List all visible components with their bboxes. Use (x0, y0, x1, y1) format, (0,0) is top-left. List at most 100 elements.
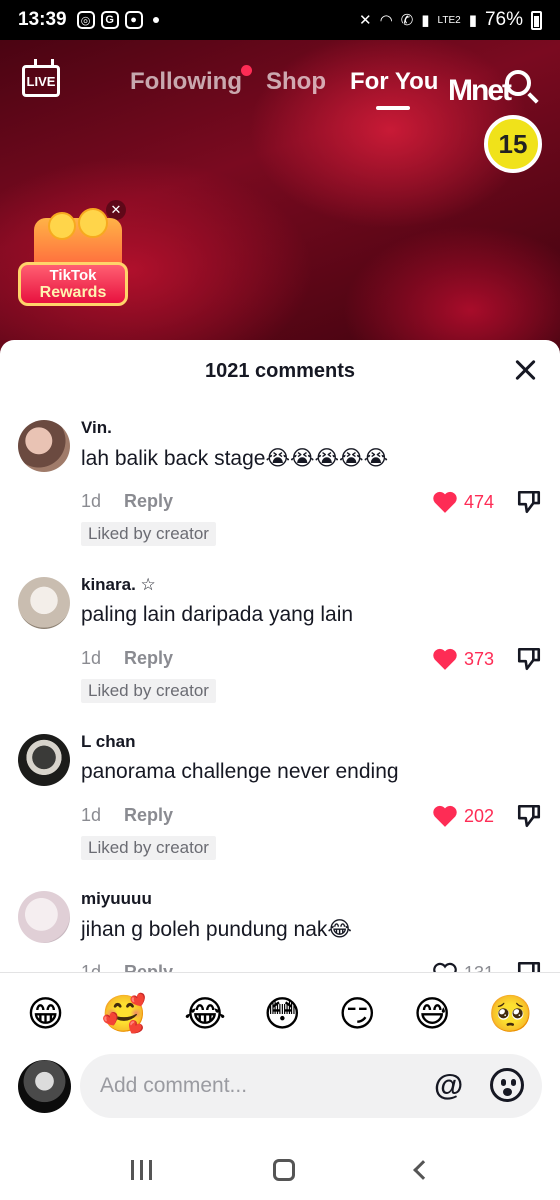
quick-emoji-bar: 😁 🥰 😂 😳 😏 😅 🥺 (0, 982, 560, 1046)
emoji-button[interactable]: 😏 (338, 993, 376, 1035)
close-icon[interactable]: ✕ (106, 200, 126, 220)
divider (0, 972, 560, 973)
comment-composer: @ (0, 1052, 560, 1122)
status-bar: 13:39 ◎ G ● ✕ ◠ ✆ ▮ LTE2 ▮ 76% (0, 0, 560, 40)
mute-icon: ✕ (359, 12, 372, 29)
reply-button[interactable]: Reply (124, 962, 173, 972)
liked-by-creator-badge: Liked by creator (81, 836, 216, 860)
like-button[interactable]: 474 (432, 490, 494, 514)
emoji-button[interactable]: 😁 (27, 993, 65, 1035)
rewards-line-1: TikTok (49, 267, 97, 284)
back-icon[interactable] (412, 1160, 433, 1180)
dislike-icon[interactable] (516, 646, 542, 672)
comment-item: kinara. ☆ paling lain daripada yang lain… (0, 559, 560, 716)
notification-icons: ◎ G ● (76, 11, 159, 29)
google-icon: G (100, 11, 119, 29)
avatar[interactable] (18, 420, 70, 472)
liked-by-creator-badge: Liked by creator (81, 679, 216, 703)
comment-item: Vin. lah balik back stage😭😭😭😭😭 1d Reply … (0, 402, 560, 559)
tab-for-you-label: For You (349, 68, 439, 95)
gift-box-icon (34, 208, 122, 268)
comment-username[interactable]: L chan (81, 732, 135, 752)
age-rating-badge: 15 (484, 115, 542, 173)
avatar[interactable] (18, 577, 70, 629)
rewards-line-2: Rewards (39, 284, 107, 301)
reply-button[interactable]: Reply (124, 491, 173, 512)
battery-icon (531, 10, 542, 30)
tab-following-label: Following (130, 68, 242, 95)
like-button[interactable]: 373 (432, 647, 494, 671)
comment-text: paling lain daripada yang lain (81, 603, 354, 626)
comment-time: 1d (81, 805, 102, 825)
comment-input[interactable] (80, 1054, 542, 1118)
recent-apps-icon[interactable] (130, 1160, 152, 1180)
like-count: 131 (464, 963, 494, 973)
liked-by-creator-badge: Liked by creator (81, 522, 216, 546)
tab-following[interactable]: Following (130, 65, 252, 96)
chat-icon: ● (124, 11, 143, 29)
heart-filled-icon (433, 805, 457, 827)
comment-time: 1d (81, 491, 102, 511)
comments-count-title: 1021 comments (204, 360, 356, 382)
search-icon[interactable] (505, 70, 531, 96)
comment-text: jihan g boleh pundung nak😂 (81, 918, 352, 941)
like-count: 474 (463, 491, 494, 512)
wifi-call-icon: ✆ (400, 12, 414, 29)
comments-sheet: 1021 comments Vin. lah balik back stage😭… (0, 340, 560, 1200)
dislike-icon[interactable] (516, 803, 542, 829)
live-label: LIVE (26, 73, 56, 89)
home-icon[interactable] (272, 1159, 295, 1181)
dislike-icon[interactable] (516, 489, 542, 515)
channel-logo: Mnet (448, 74, 512, 107)
emoji-button[interactable]: 😅 (413, 993, 451, 1035)
heart-filled-icon (433, 491, 457, 513)
comment-meta: 1d Reply (81, 805, 173, 826)
signal-icon: ▮ (421, 12, 430, 29)
reply-button[interactable]: Reply (124, 805, 173, 826)
comment-username[interactable]: miyuuuu (81, 889, 152, 909)
mention-button[interactable]: @ (434, 1069, 463, 1103)
wifi-icon: ◠ (379, 12, 393, 29)
instagram-icon: ◎ (76, 11, 95, 29)
emoji-picker-icon[interactable] (490, 1068, 524, 1102)
heart-filled-icon (433, 648, 457, 670)
comment-meta: 1d Reply (81, 648, 173, 669)
heart-outline-icon (433, 962, 457, 972)
close-icon[interactable] (512, 357, 538, 383)
comment-username[interactable]: Vin. (81, 418, 112, 438)
tab-for-you[interactable]: For You (349, 68, 439, 110)
emoji-button[interactable]: 🥺 (488, 993, 533, 1035)
avatar[interactable] (18, 734, 70, 786)
more-notifications-icon (152, 17, 159, 23)
live-button[interactable]: LIVE (22, 65, 60, 97)
emoji-button[interactable]: 😳 (263, 993, 301, 1035)
comment-username[interactable]: kinara. ☆ (81, 575, 156, 595)
rewards-label: TikTok Rewards (18, 262, 128, 306)
comment-text: lah balik back stage😭😭😭😭😭 (81, 447, 389, 470)
notification-dot (240, 65, 252, 76)
system-nav-bar (0, 1140, 560, 1200)
like-button[interactable]: 202 (432, 804, 494, 828)
comment-item: miyuuuu jihan g boleh pundung nak😂 1d Re… (0, 873, 560, 972)
like-count: 373 (463, 648, 494, 669)
avatar[interactable] (18, 891, 70, 943)
video-background[interactable]: LIVE Following Shop For You Mnet 15 ✕ Ti… (0, 40, 560, 360)
status-time: 13:39 (18, 9, 67, 30)
avatar (18, 1060, 71, 1113)
reply-button[interactable]: Reply (124, 648, 173, 669)
comment-list[interactable]: Vin. lah balik back stage😭😭😭😭😭 1d Reply … (0, 402, 560, 972)
feed-tabs: Following Shop For You (130, 65, 439, 110)
dislike-icon[interactable] (516, 960, 542, 972)
comment-meta: 1d Reply (81, 491, 173, 512)
sheet-header: 1021 comments (0, 340, 560, 402)
like-count: 202 (463, 805, 494, 826)
like-button[interactable]: 131 (432, 961, 494, 972)
battery-percent: 76% (484, 9, 523, 30)
comment-time: 1d (81, 648, 102, 668)
emoji-button[interactable]: 🥰 (102, 993, 147, 1035)
signal-icon-2: ▮ (468, 12, 477, 29)
tiktok-rewards-widget[interactable]: ✕ TikTok Rewards (18, 200, 130, 320)
emoji-button[interactable]: 😂 (184, 993, 226, 1035)
tab-shop-label: Shop (265, 68, 326, 95)
tab-shop[interactable]: Shop (266, 68, 326, 96)
